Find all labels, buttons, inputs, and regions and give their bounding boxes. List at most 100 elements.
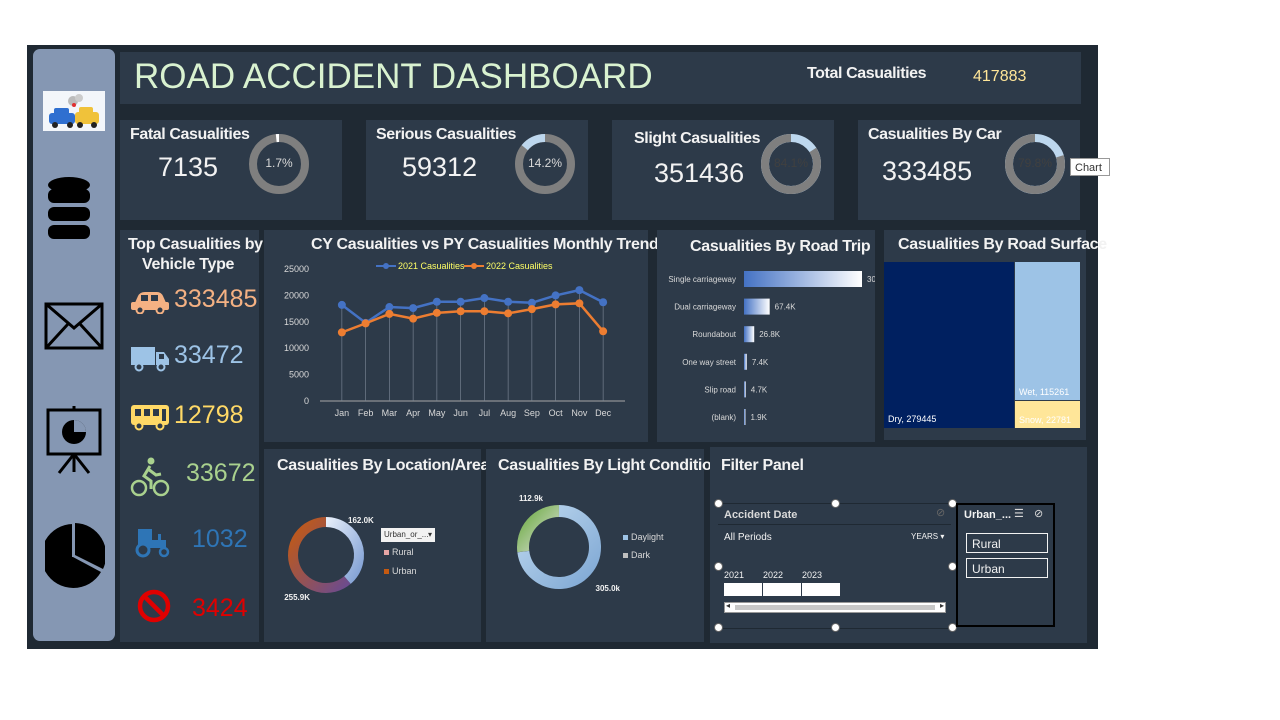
road-trip-chart: Single carriageway 309.7K Dual carriageway… <box>668 271 875 425</box>
vehicle-row-bus[interactable]: 12798 <box>128 398 258 438</box>
data-point <box>361 319 370 328</box>
y-tick-label: 25000 <box>284 264 309 274</box>
clear-filter-icon[interactable]: ⊘ <box>936 506 945 519</box>
timeline-bar-2023[interactable] <box>802 583 840 596</box>
slicer-title: Urban_... <box>964 509 1012 521</box>
resize-handle[interactable] <box>831 623 840 632</box>
bar <box>744 298 770 315</box>
slicer-item-urban[interactable]: Urban <box>966 558 1048 578</box>
x-tick-label: Apr <box>406 408 420 418</box>
tractor-icon <box>135 529 170 558</box>
vehicle-row-tractor[interactable]: 1032 <box>128 522 258 562</box>
sidebar <box>33 49 115 641</box>
data-point <box>337 300 346 309</box>
donut-segment <box>521 134 546 151</box>
database-icon[interactable] <box>46 176 92 242</box>
bar-value-label: 1.9K <box>751 413 768 422</box>
slice-label: 305.0k <box>596 584 621 593</box>
kpi-card-fatal[interactable]: Fatal Casualities 7135 1.7% <box>120 120 342 220</box>
slice-label: 255.9K <box>284 593 310 602</box>
category-label: Single carriageway <box>668 275 736 284</box>
kpi-value: 59312 <box>402 152 478 182</box>
kpi-title: Serious Casualities <box>376 126 517 143</box>
truck-icon <box>131 347 169 372</box>
treemap-label: Dry, 279445 <box>888 414 937 424</box>
data-point <box>385 309 394 318</box>
treemap-cell-dry[interactable]: Dry, 279445 <box>884 262 1014 428</box>
data-point <box>575 286 584 295</box>
vehicle-row-other[interactable]: 3424 <box>128 586 258 626</box>
kpi-percent: 14.2% <box>527 156 563 170</box>
data-point <box>551 300 560 309</box>
chevron-down-icon: ▾ <box>427 530 432 539</box>
resize-handle[interactable] <box>831 499 840 508</box>
timeline-level-selector[interactable]: YEARS ▾ <box>911 532 944 541</box>
road-trip-panel[interactable]: Casualities By Road Trip Single carriage… <box>657 230 875 442</box>
kpi-card-slight[interactable]: Slight Casualities 351436 84.1% <box>612 120 834 220</box>
donut-slice <box>517 505 560 553</box>
data-point <box>480 307 489 316</box>
data-point <box>385 303 394 312</box>
legend-swatch <box>384 569 389 574</box>
timeline-level-label: YEARS <box>911 532 939 541</box>
timeline-bar-2021[interactable] <box>724 583 762 596</box>
resize-handle[interactable] <box>714 562 723 571</box>
bar-value-label: 26.8K <box>759 330 781 339</box>
location-panel[interactable]: Casualities By Location/Area 162.0K 255.9… <box>264 449 489 642</box>
vehicle-value: 333485 <box>174 285 258 313</box>
y-tick-label: 0 <box>304 396 309 406</box>
road-surface-panel[interactable]: Casualities By Road Surface Dry, 279445 … <box>884 230 1107 440</box>
scroll-left-icon[interactable]: ◂ <box>726 601 730 610</box>
x-tick-label: Jul <box>479 408 491 418</box>
car-icon <box>131 292 169 314</box>
timeline-bar-2022[interactable] <box>763 583 801 596</box>
resize-handle[interactable] <box>714 623 723 632</box>
data-point <box>599 298 608 307</box>
x-tick-label: Dec <box>595 408 612 418</box>
vehicle-row-bicycle[interactable]: 33672 <box>128 456 258 497</box>
x-tick-label: Sep <box>524 408 540 418</box>
legend-item-dark: Dark <box>623 550 650 560</box>
data-point <box>599 327 608 336</box>
vehicle-row-car[interactable]: 333485 <box>128 282 258 322</box>
kpi-card-car[interactable]: Casualities By Car 333485 79.8% <box>858 120 1080 220</box>
timeline-year-2021: 2021 <box>724 570 745 580</box>
pie-chart-icon[interactable] <box>45 519 105 589</box>
trend-chart-panel[interactable]: CY Casualities vs PY Casualities Monthly… <box>264 230 659 442</box>
data-point <box>527 305 536 314</box>
location-donut-chart: 162.0K 255.9K <box>284 516 374 602</box>
road-surface-title: Casualities By Road Surface <box>898 236 1107 253</box>
x-tick-label: Mar <box>382 408 398 418</box>
x-tick-label: Nov <box>571 408 588 418</box>
donut-slice <box>325 517 364 584</box>
resize-handle[interactable] <box>714 499 723 508</box>
data-point <box>575 299 584 308</box>
header-panel: ROAD ACCIDENT DASHBOARD Total Casualitie… <box>120 52 1081 104</box>
trend-chart: 25000 20000 15000 10000 5000 0 Jan Feb Mar Apr May… <box>284 261 625 418</box>
timeline-scrollbar[interactable]: ◂ ▸ <box>724 601 946 613</box>
data-point <box>456 297 465 306</box>
timeline-slicer[interactable]: Accident Date ⊘ All Periods YEARS ▾ 2021… <box>718 503 951 629</box>
scroll-thumb[interactable] <box>735 605 935 610</box>
kpi-card-serious[interactable]: Serious Casualities 59312 14.2% <box>366 120 588 220</box>
slicer-item-rural[interactable]: Rural <box>966 533 1048 553</box>
bar <box>744 381 746 398</box>
category-label: One way street <box>682 358 737 367</box>
urban-slicer[interactable]: Urban_... ☰ ⊘ Rural Urban <box>956 503 1055 627</box>
location-filter-dropdown[interactable]: Urban_or_... ▾ <box>381 528 435 542</box>
vehicle-type-panel: Top Casualities by Vehicle Type 333485 3… <box>120 230 263 642</box>
multi-select-icon[interactable]: ☰ <box>1014 507 1024 520</box>
presentation-icon[interactable] <box>45 406 103 474</box>
scroll-right-icon[interactable]: ▸ <box>940 601 944 610</box>
light-condition-panel[interactable]: Casualities By Light Condition 305.0k 112… <box>486 449 721 642</box>
treemap-cell-snow[interactable]: Snow, 22781 <box>1015 401 1080 428</box>
kpi-percent: 84.1% <box>773 156 809 170</box>
mail-icon[interactable] <box>44 302 104 350</box>
clear-filter-icon[interactable]: ⊘ <box>1034 507 1043 520</box>
treemap-cell-wet[interactable]: Wet, 115261 <box>1015 262 1080 400</box>
accident-image[interactable] <box>43 91 105 131</box>
timeline-period-label: All Periods <box>724 532 772 543</box>
vehicle-row-truck[interactable]: 33472 <box>128 338 258 378</box>
vehicle-value: 3424 <box>192 594 248 622</box>
legend-label: Dark <box>631 550 651 560</box>
